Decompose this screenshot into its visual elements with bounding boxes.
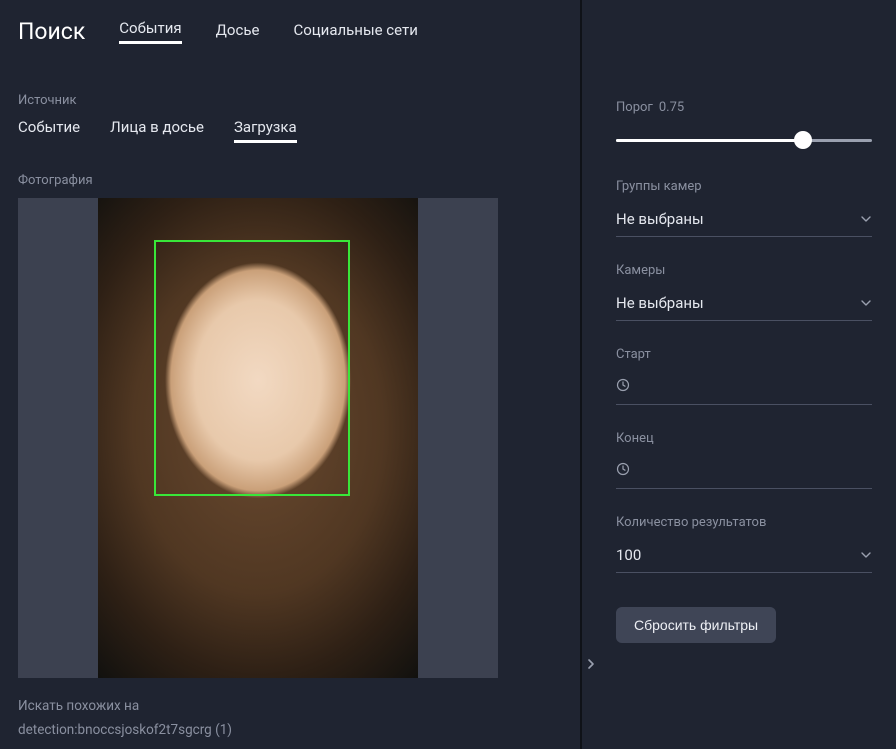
end-datetime[interactable] xyxy=(616,456,872,489)
cameras-select[interactable]: Не выбраны xyxy=(616,288,872,321)
tab-social[interactable]: Социальные сети xyxy=(293,21,417,43)
tab-dossier[interactable]: Досье xyxy=(216,21,260,43)
end-label: Конец xyxy=(616,431,872,446)
result-count-value: 100 xyxy=(616,546,641,564)
right-pane: Порог 0.75 Группы камер Не выбраны Камер… xyxy=(582,0,896,749)
photo-preview[interactable] xyxy=(18,198,498,678)
threshold-slider[interactable] xyxy=(616,131,872,149)
cameras-label: Камеры xyxy=(616,263,872,278)
start-label: Старт xyxy=(616,347,872,362)
reset-filters-button[interactable]: Сбросить фильтры xyxy=(616,607,776,643)
threshold-label-row: Порог 0.75 xyxy=(616,100,872,115)
result-count-select[interactable]: 100 xyxy=(616,540,872,573)
source-tab-dossier-faces[interactable]: Лица в досье xyxy=(110,118,204,143)
start-datetime[interactable] xyxy=(616,372,872,405)
source-tab-event[interactable]: Событие xyxy=(18,118,80,143)
similar-block: Искать похожих на detection:bnoccsjoskof… xyxy=(18,694,562,743)
chevron-down-icon xyxy=(860,213,872,225)
photo-image xyxy=(98,198,418,678)
similar-label: Искать похожих на xyxy=(18,694,562,718)
slider-fill xyxy=(616,139,803,142)
source-tab-upload[interactable]: Загрузка xyxy=(234,118,297,143)
similar-value: detection:bnoccsjoskof2t7sgcrg (1) xyxy=(18,718,562,742)
chevron-right-icon xyxy=(587,658,595,670)
threshold-label: Порог xyxy=(616,100,653,115)
camera-groups-select[interactable]: Не выбраны xyxy=(616,204,872,237)
collapse-panel-handle[interactable] xyxy=(582,653,600,675)
slider-rail xyxy=(616,139,872,142)
chevron-down-icon xyxy=(860,549,872,561)
result-count-label: Количество результатов xyxy=(616,515,872,530)
camera-groups-value: Не выбраны xyxy=(616,210,704,228)
source-tabs: Событие Лица в досье Загрузка xyxy=(18,118,562,143)
header: Поиск События Досье Социальные сети xyxy=(18,18,562,45)
clock-icon xyxy=(616,462,630,480)
photo-label: Фотография xyxy=(18,173,562,188)
clock-icon xyxy=(616,378,630,396)
slider-thumb[interactable] xyxy=(794,131,812,149)
source-label: Источник xyxy=(18,93,562,108)
left-pane: Поиск События Досье Социальные сети Исто… xyxy=(0,0,580,749)
chevron-down-icon xyxy=(860,297,872,309)
tab-events[interactable]: События xyxy=(119,19,181,44)
page-title: Поиск xyxy=(18,18,85,45)
cameras-value: Не выбраны xyxy=(616,294,704,312)
camera-groups-label: Группы камер xyxy=(616,179,872,194)
threshold-value: 0.75 xyxy=(659,100,684,115)
